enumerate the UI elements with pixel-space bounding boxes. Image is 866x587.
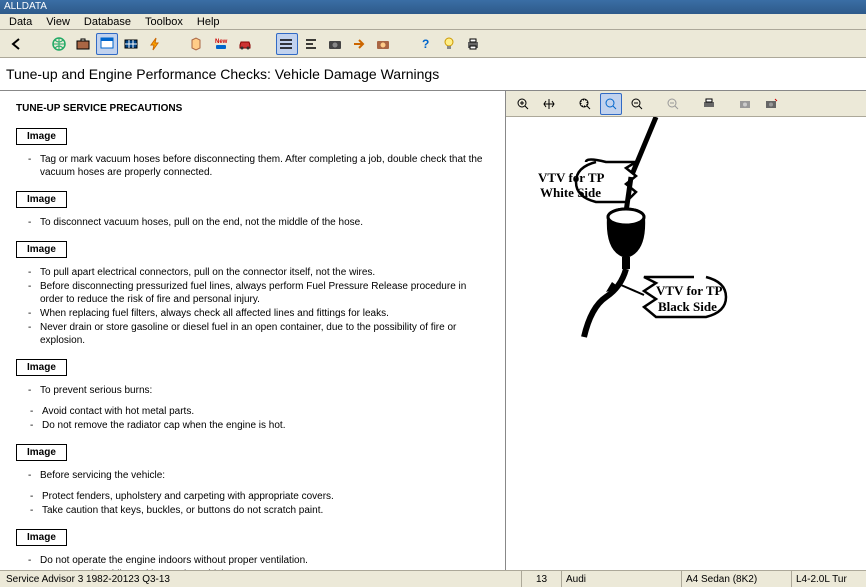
diagram-view[interactable]: VTV for TP White Side VTV for TP Black S… [506,117,866,575]
svg-text:VTV for TP: VTV for TP [656,283,723,298]
svg-text:?: ? [422,37,429,51]
image-pane: VTV for TP White Side VTV for TP Black S… [505,91,866,575]
image-button[interactable]: Image [16,241,67,258]
status-engine: L4-2.0L Tur [792,571,851,587]
menu-data[interactable]: Data [2,16,39,28]
back-arrow-icon[interactable] [6,33,28,55]
car-icon[interactable] [234,33,256,55]
doc-heading: TUNE-UP SERVICE PRECAUTIONS [16,103,489,114]
list-item: Take caution that keys, buckles, or butt… [30,504,489,517]
document-pane: TUNE-UP SERVICE PRECAUTIONS Image Tag or… [0,91,505,575]
camera-icon[interactable] [734,93,756,115]
sub-list: Protect fenders, upholstery and carpetin… [30,490,489,517]
menu-toolbox[interactable]: Toolbox [138,16,190,28]
status-model: A4 Sedan (8K2) [682,571,792,587]
list-item: Before servicing the vehicle: [28,469,489,482]
camera-icon[interactable] [324,33,346,55]
menu-view[interactable]: View [39,16,77,28]
svg-text:VTV for TP: VTV for TP [538,170,605,185]
camera-alt-icon[interactable] [372,33,394,55]
list-item: To prevent serious burns: [28,384,489,397]
list-item: Do not operate the engine indoors withou… [28,554,489,567]
menu-database[interactable]: Database [77,16,138,28]
zoom-out-sm-icon[interactable] [626,93,648,115]
arrow-right-icon[interactable] [348,33,370,55]
status-version: Service Advisor 3 1982-20123 Q3-13 [2,571,522,587]
lightning-icon[interactable] [144,33,166,55]
image-button[interactable]: Image [16,529,67,546]
zoom-area-icon[interactable] [574,93,596,115]
bullet-list: To prevent serious burns: [28,384,489,397]
menubar: Data View Database Toolbox Help [0,14,866,30]
globe-icon[interactable] [48,33,70,55]
image-button[interactable]: Image [16,444,67,461]
svg-text:White Side: White Side [540,185,601,200]
briefcase-icon[interactable] [72,33,94,55]
status-make: Audi [562,571,682,587]
window-select-icon[interactable] [96,33,118,55]
sub-list: Avoid contact with hot metal parts. Do n… [30,405,489,432]
list-item: To disconnect vacuum hoses, pull on the … [28,216,489,229]
status-page: 13 [522,571,562,587]
image-toolbar [506,91,866,117]
image-button[interactable]: Image [16,191,67,208]
bullet-list: Before servicing the vehicle: [28,469,489,482]
bulb-icon[interactable] [438,33,460,55]
image-button[interactable]: Image [16,359,67,376]
hand-book-icon[interactable] [186,33,208,55]
list-item: Protect fenders, upholstery and carpetin… [30,490,489,503]
bullet-list: To disconnect vacuum hoses, pull on the … [28,216,489,229]
list-item: Never drain or store gasoline or diesel … [28,321,489,347]
zoom-in-icon[interactable] [512,93,534,115]
bullet-list: To pull apart electrical connectors, pul… [28,266,489,347]
list-item: Before disconnecting pressurized fuel li… [28,280,489,306]
align-icon[interactable] [300,33,322,55]
camera-save-icon[interactable] [760,93,782,115]
content-area: TUNE-UP SERVICE PRECAUTIONS Image Tag or… [0,91,866,575]
image-button[interactable]: Image [16,128,67,145]
help-icon[interactable]: ? [414,33,436,55]
zoom-out-icon[interactable] [662,93,684,115]
new-car-icon[interactable]: New [210,33,232,55]
svg-text:Black Side: Black Side [658,299,717,314]
main-toolbar: New ? [0,30,866,58]
window-titlebar: ALLDATA [0,0,866,14]
list-view-icon[interactable] [276,33,298,55]
list-item: When replacing fuel filters, always chec… [28,307,489,320]
app-title: ALLDATA [4,1,47,12]
grid-icon[interactable] [120,33,142,55]
list-item: Avoid contact with hot metal parts. [30,405,489,418]
page-title: Tune-up and Engine Performance Checks: V… [0,58,866,91]
zoom-select-icon[interactable] [600,93,622,115]
menu-help[interactable]: Help [190,16,227,28]
print-icon[interactable] [698,93,720,115]
statusbar: Service Advisor 3 1982-20123 Q3-13 13 Au… [0,570,866,587]
bullet-list: Tag or mark vacuum hoses before disconne… [28,153,489,179]
list-item: To pull apart electrical connectors, pul… [28,266,489,279]
svg-text:New: New [215,39,228,45]
list-item: Tag or mark vacuum hoses before disconne… [28,153,489,179]
list-item: Do not remove the radiator cap when the … [30,419,489,432]
print-icon[interactable] [462,33,484,55]
fit-icon[interactable] [538,93,560,115]
